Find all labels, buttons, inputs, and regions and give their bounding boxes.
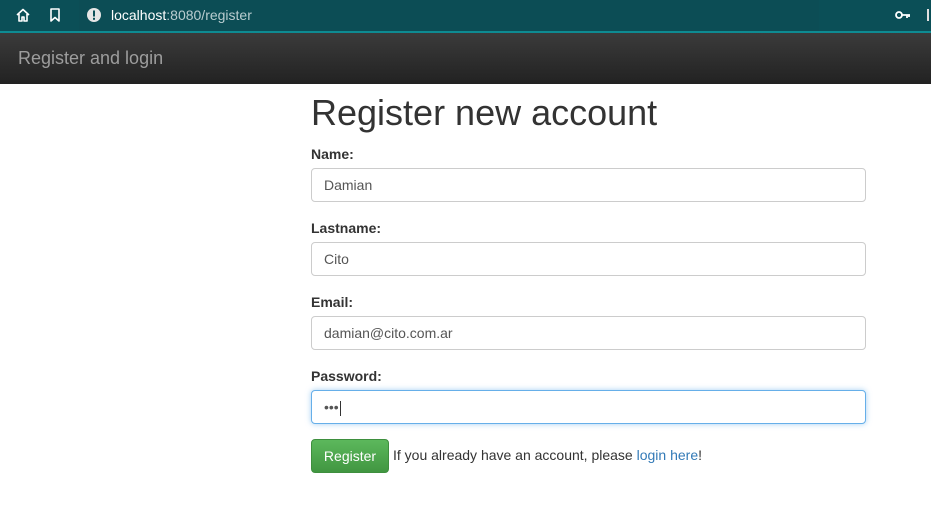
register-button[interactable]: Register bbox=[311, 439, 389, 473]
email-value: damian@cito.com.ar bbox=[324, 325, 453, 341]
name-value: Damian bbox=[324, 177, 373, 193]
url-text: localhost:8080/register bbox=[111, 7, 252, 23]
home-icon[interactable] bbox=[13, 5, 33, 25]
url-path: :8080/register bbox=[166, 7, 252, 23]
password-input[interactable]: ••• bbox=[311, 390, 866, 424]
navbar-brand[interactable]: Register and login bbox=[18, 48, 163, 69]
login-link[interactable]: login here bbox=[637, 447, 699, 463]
text-caret bbox=[339, 400, 341, 416]
password-value: ••• bbox=[324, 399, 339, 415]
lastname-input[interactable]: Cito bbox=[311, 242, 866, 276]
bookmark-icon[interactable] bbox=[45, 5, 65, 25]
page-title: Register new account bbox=[311, 92, 658, 133]
email-input[interactable]: damian@cito.com.ar bbox=[311, 316, 866, 350]
lastname-value: Cito bbox=[324, 251, 349, 267]
password-label: Password: bbox=[311, 368, 382, 384]
site-info-icon[interactable] bbox=[86, 7, 102, 28]
toolbar-edge bbox=[927, 9, 929, 21]
name-input[interactable]: Damian bbox=[311, 168, 866, 202]
key-icon[interactable] bbox=[895, 8, 911, 26]
site-navbar: Register and login bbox=[0, 33, 931, 84]
name-label: Name: bbox=[311, 146, 354, 162]
url-host: localhost bbox=[111, 7, 167, 23]
hint-end: ! bbox=[698, 447, 702, 463]
email-label: Email: bbox=[311, 294, 354, 310]
hint-text: If you already have an account, please bbox=[393, 447, 637, 463]
lastname-label: Lastname: bbox=[311, 220, 382, 236]
login-hint: If you already have an account, please l… bbox=[393, 447, 702, 463]
browser-toolbar: localhost:8080/register bbox=[0, 0, 931, 33]
